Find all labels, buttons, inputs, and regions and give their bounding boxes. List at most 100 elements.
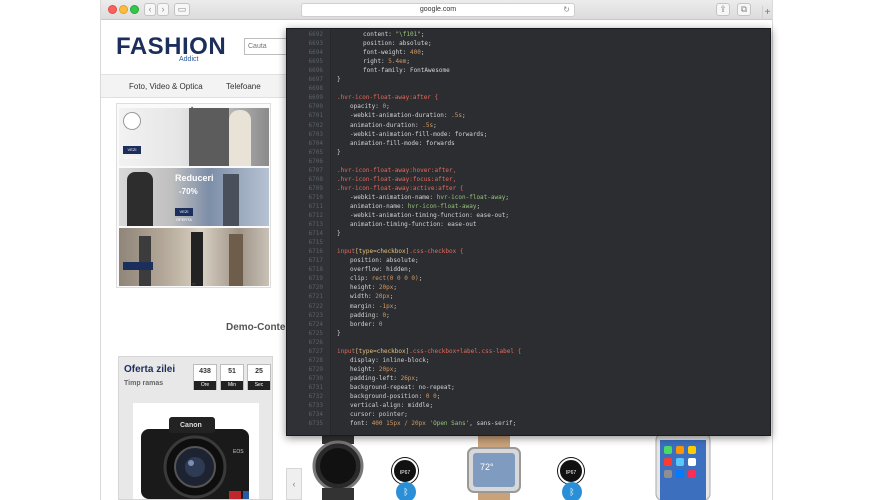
code-line: 6715 <box>287 238 770 247</box>
code-line: 6697} <box>287 75 770 84</box>
code-text: position: absolute; <box>350 256 419 265</box>
line-number: 6704 <box>308 139 323 147</box>
line-number: 6731 <box>308 383 323 391</box>
line-number: 6708 <box>308 175 323 183</box>
smartwatch-round-image[interactable] <box>308 430 368 500</box>
code-line: 6734 cursor: pointer; <box>287 410 770 419</box>
line-number: 6720 <box>308 284 323 292</box>
code-line: 6698 <box>287 84 770 93</box>
timer-seconds-value: 25 <box>255 368 263 375</box>
timer-minutes: 51 Min <box>220 364 244 390</box>
code-token: .hvr-icon-float-away:hover:after, <box>337 166 457 174</box>
code-token: ; <box>433 121 437 129</box>
code-line: 6711 animation-name: hvr-icon-float-away; <box>287 202 770 211</box>
code-token: ; <box>420 49 425 57</box>
slide-badge-2[interactable]: VEZI OFERTA <box>175 208 193 222</box>
code-token: "\f101" <box>395 31 421 38</box>
code-line: 6716 input[type=checkbox].css-checkbox { <box>287 247 770 256</box>
code-line: 6696 font-family: FontAwesome <box>287 66 770 75</box>
code-token: cursor: pointer; <box>350 411 408 419</box>
code-line: 6735 font: 400 15px / 20px 'Open Sans', s… <box>287 419 770 428</box>
code-line: 6704 animation-fill-mode: forwards <box>287 139 770 148</box>
line-number: 6709 <box>308 184 323 192</box>
banner-slide-1[interactable]: VEZI OFERTA <box>119 108 269 166</box>
brand-seal-icon <box>123 112 141 130</box>
code-text: .hvr-icon-float-away:focus:after, <box>337 175 456 184</box>
code-token: ; <box>393 284 397 292</box>
code-editor-window[interactable]: 6692 content: "\f101"; 6693 position: absol… <box>286 28 771 436</box>
code-token: 0 0 <box>425 393 437 400</box>
code-line: 6727 input[type=checkbox].css-checkbox+la… <box>287 347 770 356</box>
code-token: width: <box>350 293 376 301</box>
menu-item-foto-video[interactable]: Foto, Video & Optica <box>129 75 203 99</box>
new-tab-icon[interactable]: + <box>762 6 772 20</box>
products-prev-icon[interactable]: ‹ <box>286 468 302 500</box>
share-icon[interactable]: ⇪ <box>716 3 730 16</box>
smartphone-image[interactable] <box>654 434 712 500</box>
code-text: -webkit-animation-fill-mode: forwards; <box>350 130 487 139</box>
reload-icon[interactable]: ↻ <box>563 4 570 16</box>
code-token: -webkit-animation-timing-function: ease-… <box>350 212 509 219</box>
deal-product-image[interactable]: Canon EOS <box>133 403 259 499</box>
code-line: 6712 -webkit-animation-timing-function: e… <box>287 211 770 220</box>
code-token: rect(0 0 0 0) <box>371 275 419 283</box>
code-text: -webkit-animation-duration: .5s; <box>350 111 466 120</box>
tabs-overview-icon[interactable]: ⧉ <box>737 3 751 16</box>
timer-minutes-value: 51 <box>228 368 236 375</box>
code-token: -webkit-animation-fill-mode: forwards; <box>350 130 488 138</box>
code-line: 6694 font-weight: 400; <box>287 48 770 57</box>
line-number: 6715 <box>308 239 323 247</box>
zoom-window-button[interactable] <box>130 5 139 14</box>
code-token: ; <box>476 202 481 210</box>
banner-slide-2[interactable]: Reduceri -70% VEZI OFERTA <box>119 168 269 226</box>
forward-arrow-icon[interactable]: › <box>157 3 169 16</box>
menu-item-telefoane[interactable]: Telefoane <box>226 75 261 99</box>
code-token: .hvr-icon-float-away:focus:after, <box>337 175 457 183</box>
deal-subtitle: Timp ramas <box>124 380 164 387</box>
code-token: 400 <box>409 49 421 57</box>
code-token: ; <box>436 393 441 400</box>
code-token: position: absolute; <box>350 257 419 265</box>
line-number: 6702 <box>308 121 323 129</box>
line-number: 6724 <box>308 320 323 328</box>
sidebar-icon[interactable]: ▭ <box>174 3 190 16</box>
browser-titlebar: ‹ › ▭ google.com ↻ ⇪ ⧉ + <box>101 0 772 20</box>
line-number: 6692 <box>308 31 323 38</box>
line-number: 6705 <box>308 148 323 156</box>
code-token: .css-checkbox+label.css-label { <box>409 347 522 355</box>
line-number: 6712 <box>308 212 323 219</box>
code-token: background-repeat: no-repeat; <box>350 383 455 391</box>
camera-icon: Canon EOS <box>141 417 249 499</box>
code-token: padding-left: <box>350 374 401 382</box>
address-bar[interactable]: google.com ↻ <box>301 3 575 17</box>
smartwatch-square-image[interactable]: 72° <box>462 434 526 500</box>
code-token: ; <box>386 311 390 319</box>
code-text: border: 0 <box>350 320 383 329</box>
code-line: 6718 overflow: hidden; <box>287 265 770 274</box>
slide-badge[interactable]: VEZI OFERTA <box>123 146 141 160</box>
code-token: font: <box>350 420 372 428</box>
line-number: 6725 <box>308 329 323 337</box>
code-text: padding-left: 26px; <box>350 374 419 383</box>
code-line: 6707 .hvr-icon-float-away:hover:after, <box>287 166 770 175</box>
section-title: Demo-Conte <box>226 322 286 333</box>
code-token: vertical-align: middle; <box>350 402 434 410</box>
code-token: 20px <box>375 293 390 301</box>
code-line: 6724 border: 0 <box>287 320 770 329</box>
back-arrow-icon[interactable]: ‹ <box>144 3 156 16</box>
site-logo[interactable]: FASHION <box>116 34 226 60</box>
minimize-window-button[interactable] <box>119 5 128 14</box>
close-window-button[interactable] <box>108 5 117 14</box>
code-token: background-position: <box>350 393 426 400</box>
code-token: margin: <box>350 302 379 310</box>
product-strip: ‹ IP67 ᛒ 72° IP67 ᛒ <box>286 430 772 500</box>
slider-down-arrow-icon[interactable]: ⌄ <box>190 277 198 288</box>
code-token: padding: <box>350 311 383 319</box>
site-logo-subtitle: Addict <box>179 56 199 63</box>
code-token: ; <box>389 293 394 301</box>
code-line: 6700 opacity: 0; <box>287 102 770 111</box>
line-number: 6717 <box>308 257 323 265</box>
code-token: -webkit-animation-duration: <box>350 112 452 120</box>
code-token: .5s <box>451 112 462 120</box>
line-number: 6698 <box>308 85 323 93</box>
